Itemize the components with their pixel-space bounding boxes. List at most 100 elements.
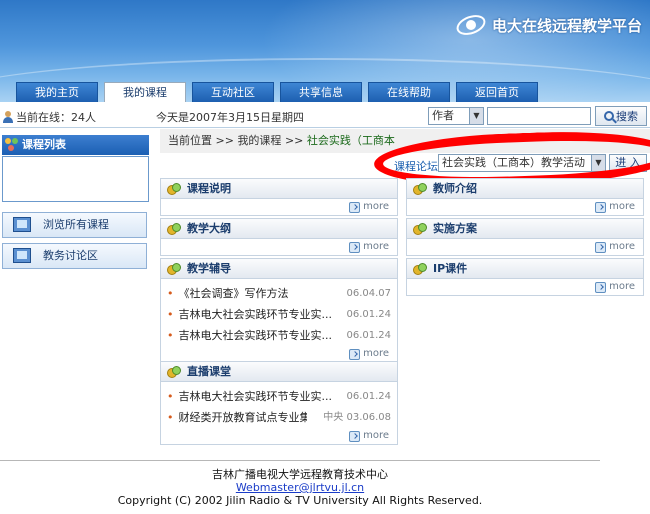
item-date: 06.04.07	[346, 288, 391, 299]
dropdown-arrow-icon[interactable]: ▼	[591, 155, 605, 171]
tab-back-home[interactable]: 返回首页	[456, 82, 538, 102]
cd-icon	[413, 223, 427, 235]
cd-icon	[413, 263, 427, 275]
more-label: more	[363, 348, 389, 359]
breadcrumb: 当前位置 >> 我的课程 >> 社会实践（工商本	[160, 129, 650, 153]
item-title[interactable]: 《社会调查》写作方法	[167, 283, 289, 304]
panel-header: 教学辅导	[161, 259, 397, 279]
site-title: 电大在线远程教学平台	[491, 16, 642, 35]
more-label: more	[363, 430, 389, 441]
search-input[interactable]	[487, 107, 591, 125]
item-title[interactable]: 吉林电大社会实践环节专业实...	[167, 325, 333, 346]
breadcrumb-sep: >>	[284, 134, 304, 147]
panel-implementation-plan: 实施方案 more	[406, 218, 644, 256]
academic-forum-label: 教务讨论区	[43, 249, 98, 262]
more-link[interactable]: more	[161, 199, 397, 215]
panel-header: IP课件	[407, 259, 643, 279]
more-label: more	[609, 201, 635, 212]
breadcrumb-prefix: 当前位置	[168, 134, 212, 147]
panel-title: 实施方案	[433, 222, 477, 235]
course-list-title: 课程列表	[22, 138, 66, 151]
panel-tutoring: 教学辅导 《社会调查》写作方法 06.04.07 吉林电大社会实践环节专业实...…	[160, 258, 398, 363]
item-source: 中央	[323, 412, 344, 423]
site-logo: 电大在线远程教学平台	[453, 10, 642, 40]
panel-header: 教学大纲	[161, 219, 397, 239]
panel-header: 实施方案	[407, 219, 643, 239]
more-arrow-icon	[349, 348, 361, 360]
tab-my-home[interactable]: 我的主页	[16, 82, 98, 102]
list-item[interactable]: 吉林电大社会实践环节专业实... 06.01.24	[167, 304, 392, 325]
item-date: 06.01.24	[346, 391, 391, 402]
item-title[interactable]: 财经类开放教育试点专业集中...	[167, 407, 308, 428]
info-bar: 当前在线：24人 今天是2007年3月15日星期四 作者 ▼ 搜索	[0, 104, 650, 128]
panel-header: 教师介绍	[407, 179, 643, 199]
tutoring-list: 《社会调查》写作方法 06.04.07 吉林电大社会实践环节专业实... 06.01…	[161, 279, 397, 346]
panel-title: 课程说明	[187, 182, 231, 195]
header-banner: 电大在线远程教学平台 我的主页 我的课程 互动社区 共享信息 在线帮助 返回首页	[0, 0, 650, 102]
panel-header: 课程说明	[161, 179, 397, 199]
computer-icon	[13, 217, 31, 232]
tab-online-help[interactable]: 在线帮助	[368, 82, 450, 102]
list-item[interactable]: 《社会调查》写作方法 06.04.07	[167, 283, 392, 304]
academic-forum-button[interactable]: 教务讨论区	[2, 243, 147, 269]
panel-title: IP课件	[433, 262, 468, 275]
course-forum-select[interactable]: 社会实践（工商本）教学活动 ▼	[438, 154, 606, 172]
course-list-icon	[5, 138, 19, 152]
browse-all-courses-label: 浏览所有课程	[43, 218, 109, 231]
more-link[interactable]: more	[407, 199, 643, 215]
more-label: more	[609, 281, 635, 292]
list-item[interactable]: 吉林电大社会实践环节专业实... 06.01.24	[167, 325, 392, 346]
search-field-value: 作者	[432, 109, 454, 122]
search-icon	[604, 111, 614, 121]
more-label: more	[609, 241, 635, 252]
tab-shared-info[interactable]: 共享信息	[280, 82, 362, 102]
cd-icon	[167, 366, 181, 378]
cd-icon	[167, 263, 181, 275]
more-label: more	[363, 241, 389, 252]
footer-center-name: 吉林广播电视大学远程教育技术中心	[212, 468, 388, 481]
more-link[interactable]: more	[161, 239, 397, 255]
more-arrow-icon	[349, 241, 361, 253]
breadcrumb-my-courses[interactable]: 我的课程	[237, 134, 281, 147]
item-meta: 中央 03.06.08	[323, 407, 391, 428]
item-date: 03.06.08	[346, 412, 391, 423]
footer-divider	[0, 460, 600, 461]
dropdown-arrow-icon[interactable]: ▼	[469, 108, 483, 124]
tab-my-courses[interactable]: 我的课程	[104, 82, 186, 102]
list-item[interactable]: 财经类开放教育试点专业集中... 中央 03.06.08	[167, 407, 392, 428]
item-title[interactable]: 吉林电大社会实践环节专业实...	[167, 304, 333, 325]
more-link[interactable]: more	[161, 428, 397, 444]
search-button-label: 搜索	[616, 110, 638, 123]
panel-title: 直播课堂	[187, 365, 231, 378]
panel-syllabus: 教学大纲 more	[160, 218, 398, 256]
webmaster-email-link[interactable]: Webmaster@jlrtvu.jl.cn	[236, 481, 364, 494]
search-field-select[interactable]: 作者 ▼	[428, 107, 484, 125]
item-title[interactable]: 吉林电大社会实践环节专业实...	[167, 386, 333, 407]
more-arrow-icon	[349, 201, 361, 213]
item-date: 06.01.24	[346, 309, 391, 320]
more-arrow-icon	[595, 241, 607, 253]
breadcrumb-current: 社会实践（工商本	[306, 134, 395, 147]
browse-all-courses-button[interactable]: 浏览所有课程	[2, 212, 147, 238]
panel-ip-courseware: IP课件 more	[406, 258, 644, 296]
course-list-box	[2, 156, 149, 202]
cd-icon	[167, 183, 181, 195]
panel-course-description: 课程说明 more	[160, 178, 398, 216]
panel-title: 教学大纲	[187, 222, 231, 235]
search-button[interactable]: 搜索	[595, 106, 647, 126]
more-arrow-icon	[595, 201, 607, 213]
main-nav-tabs: 我的主页 我的课程 互动社区 共享信息 在线帮助 返回首页	[16, 82, 538, 102]
panel-title: 教学辅导	[187, 262, 231, 275]
list-item[interactable]: 吉林电大社会实践环节专业实... 06.01.24	[167, 386, 392, 407]
user-icon	[2, 111, 14, 123]
breadcrumb-sep: >>	[215, 134, 234, 147]
panel-teacher-intro: 教师介绍 more	[406, 178, 644, 216]
footer-email-row: Webmaster@jlrtvu.jl.cn	[0, 481, 600, 494]
panel-title: 教师介绍	[433, 182, 477, 195]
tab-community[interactable]: 互动社区	[192, 82, 274, 102]
cd-icon	[413, 183, 427, 195]
more-link[interactable]: more	[407, 279, 643, 295]
more-link[interactable]: more	[161, 346, 397, 362]
more-link[interactable]: more	[407, 239, 643, 255]
enter-forum-button[interactable]: 进 入	[609, 154, 647, 172]
